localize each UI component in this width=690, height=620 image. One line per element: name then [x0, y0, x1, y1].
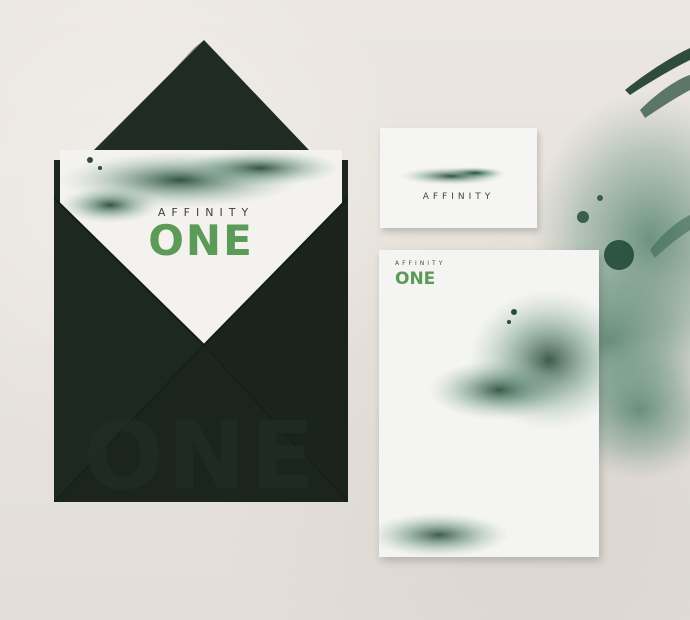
- letterhead-watercolor: [369, 290, 629, 557]
- envelope-embossed-one: ONE: [83, 402, 319, 511]
- business-card: AFFINITY: [380, 128, 537, 228]
- stationery-mockup-scene: AFFINITY ONE ONE AFFINITY AFFINITY ONE: [0, 0, 690, 620]
- envelope: AFFINITY ONE ONE: [54, 40, 348, 511]
- logo-wordmark-one: ONE: [148, 216, 254, 265]
- letterhead-logo: AFFINITY ONE: [395, 260, 445, 288]
- business-card-watercolor-stroke: [400, 167, 505, 185]
- business-card-wordmark: AFFINITY: [422, 192, 495, 202]
- letterhead-wordmark-one: ONE: [395, 269, 436, 289]
- letterhead-wordmark-affinity: AFFINITY: [395, 260, 446, 267]
- letterhead: AFFINITY ONE: [369, 250, 629, 557]
- envelope-card-logo: AFFINITY ONE: [54, 206, 348, 265]
